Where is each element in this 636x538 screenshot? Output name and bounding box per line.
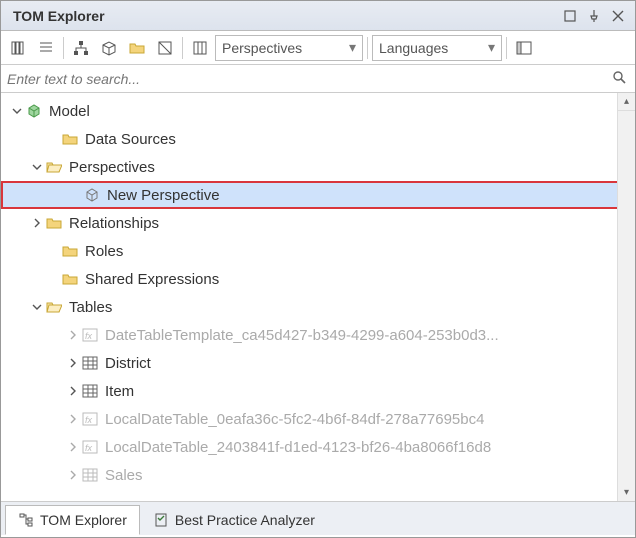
tree-row-new-perspective[interactable]: New Perspective xyxy=(1,181,635,209)
tree-row-data-sources[interactable]: Data Sources xyxy=(1,125,635,153)
hierarchy-button[interactable] xyxy=(68,35,94,61)
table-icon xyxy=(81,382,99,400)
scroll-up-icon[interactable]: ▴ xyxy=(618,93,635,111)
tree-label: District xyxy=(105,355,151,372)
tree-label: Roles xyxy=(85,243,123,260)
tree[interactable]: Model Data Sources Perspectives New Pers… xyxy=(1,93,635,501)
tab-tom-explorer[interactable]: TOM Explorer xyxy=(5,505,140,535)
tree-row-perspectives[interactable]: Perspectives xyxy=(1,153,635,181)
toolbar-separator xyxy=(367,37,368,59)
table-icon xyxy=(81,466,99,484)
folder-open-icon xyxy=(45,158,63,176)
expander-icon[interactable] xyxy=(29,215,45,231)
tree-row-localdate-2[interactable]: fx LocalDateTable_2403841f-d1ed-4123-bf2… xyxy=(1,433,635,461)
expander-icon[interactable] xyxy=(65,355,81,371)
search-icon[interactable] xyxy=(609,70,629,87)
fx-table-icon: fx xyxy=(81,438,99,456)
scroll-down-icon[interactable]: ▾ xyxy=(618,483,635,501)
view-list-button[interactable] xyxy=(33,35,59,61)
expander-icon[interactable] xyxy=(29,299,45,315)
folder-icon xyxy=(61,130,79,148)
expander-icon[interactable] xyxy=(65,327,81,343)
expander-icon[interactable] xyxy=(65,467,81,483)
package-button[interactable] xyxy=(96,35,122,61)
folder-icon xyxy=(61,242,79,260)
search-input[interactable] xyxy=(7,67,609,91)
fx-table-icon: fx xyxy=(81,326,99,344)
expander-icon[interactable] xyxy=(65,411,81,427)
tree-icon xyxy=(18,512,34,528)
folder-open-icon xyxy=(45,298,63,316)
table-icon xyxy=(81,354,99,372)
expander-icon[interactable] xyxy=(9,103,25,119)
tree-label: LocalDateTable_0eafa36c-5fc2-4b6f-84df-2… xyxy=(105,411,484,428)
tree-label: Data Sources xyxy=(85,131,176,148)
tree-label: Shared Expressions xyxy=(85,271,219,288)
expander-icon[interactable] xyxy=(29,159,45,175)
tree-label: Perspectives xyxy=(69,159,155,176)
cube-icon xyxy=(25,102,43,120)
dropdown-label: Languages xyxy=(379,40,480,56)
expander-icon[interactable] xyxy=(65,439,81,455)
tree-container: Model Data Sources Perspectives New Pers… xyxy=(1,93,635,501)
perspectives-dropdown[interactable]: Perspectives ▾ xyxy=(215,35,363,61)
checklist-icon xyxy=(153,512,169,528)
tree-label: Item xyxy=(105,383,134,400)
window-title: TOM Explorer xyxy=(7,8,559,24)
toolbar: Perspectives ▾ Languages ▾ xyxy=(1,31,635,65)
close-icon[interactable] xyxy=(607,5,629,27)
titlebar: TOM Explorer xyxy=(1,1,635,31)
fx-table-icon: fx xyxy=(81,410,99,428)
panel-button[interactable] xyxy=(511,35,537,61)
pin-icon[interactable] xyxy=(583,5,605,27)
edit-button[interactable] xyxy=(152,35,178,61)
tree-row-district[interactable]: District xyxy=(1,349,635,377)
maximize-icon[interactable] xyxy=(559,5,581,27)
expander-icon[interactable] xyxy=(65,383,81,399)
tree-row-item[interactable]: Item xyxy=(1,377,635,405)
folder-button[interactable] xyxy=(124,35,150,61)
view-tree-button[interactable] xyxy=(5,35,31,61)
chevron-down-icon: ▾ xyxy=(488,39,495,56)
tree-row-model[interactable]: Model xyxy=(1,97,635,125)
tree-label: Tables xyxy=(69,299,112,316)
columns-button[interactable] xyxy=(187,35,213,61)
tree-row-shared-expressions[interactable]: Shared Expressions xyxy=(1,265,635,293)
toolbar-separator xyxy=(506,37,507,59)
tree-label: New Perspective xyxy=(107,187,220,204)
toolbar-separator xyxy=(182,37,183,59)
tree-row-roles[interactable]: Roles xyxy=(1,237,635,265)
tree-label: LocalDateTable_2403841f-d1ed-4123-bf26-4… xyxy=(105,439,491,456)
svg-text:fx: fx xyxy=(85,331,93,341)
folder-icon xyxy=(45,214,63,232)
tree-label: Model xyxy=(49,103,90,120)
tree-row-relationships[interactable]: Relationships xyxy=(1,209,635,237)
searchbar xyxy=(1,65,635,93)
window-controls xyxy=(559,5,629,27)
svg-text:fx: fx xyxy=(85,443,93,453)
toolbar-separator xyxy=(63,37,64,59)
tree-row-sales[interactable]: Sales xyxy=(1,461,635,489)
tree-row-tables[interactable]: Tables xyxy=(1,293,635,321)
svg-text:fx: fx xyxy=(85,415,93,425)
tree-label: Relationships xyxy=(69,215,159,232)
chevron-down-icon: ▾ xyxy=(349,39,356,56)
tree-row-localdate-1[interactable]: fx LocalDateTable_0eafa36c-5fc2-4b6f-84d… xyxy=(1,405,635,433)
tab-bpa[interactable]: Best Practice Analyzer xyxy=(140,505,328,535)
tree-label: DateTableTemplate_ca45d427-b349-4299-a60… xyxy=(105,327,499,344)
tab-label: TOM Explorer xyxy=(40,512,127,528)
dropdown-label: Perspectives xyxy=(222,40,341,56)
folder-icon xyxy=(61,270,79,288)
tab-label: Best Practice Analyzer xyxy=(175,512,315,528)
tree-label: Sales xyxy=(105,467,143,484)
tabbar: TOM Explorer Best Practice Analyzer xyxy=(1,501,635,535)
languages-dropdown[interactable]: Languages ▾ xyxy=(372,35,502,61)
vertical-scrollbar[interactable]: ▴ ▾ xyxy=(617,93,635,501)
perspective-icon xyxy=(83,186,101,204)
tree-row-date-template[interactable]: fx DateTableTemplate_ca45d427-b349-4299-… xyxy=(1,321,635,349)
